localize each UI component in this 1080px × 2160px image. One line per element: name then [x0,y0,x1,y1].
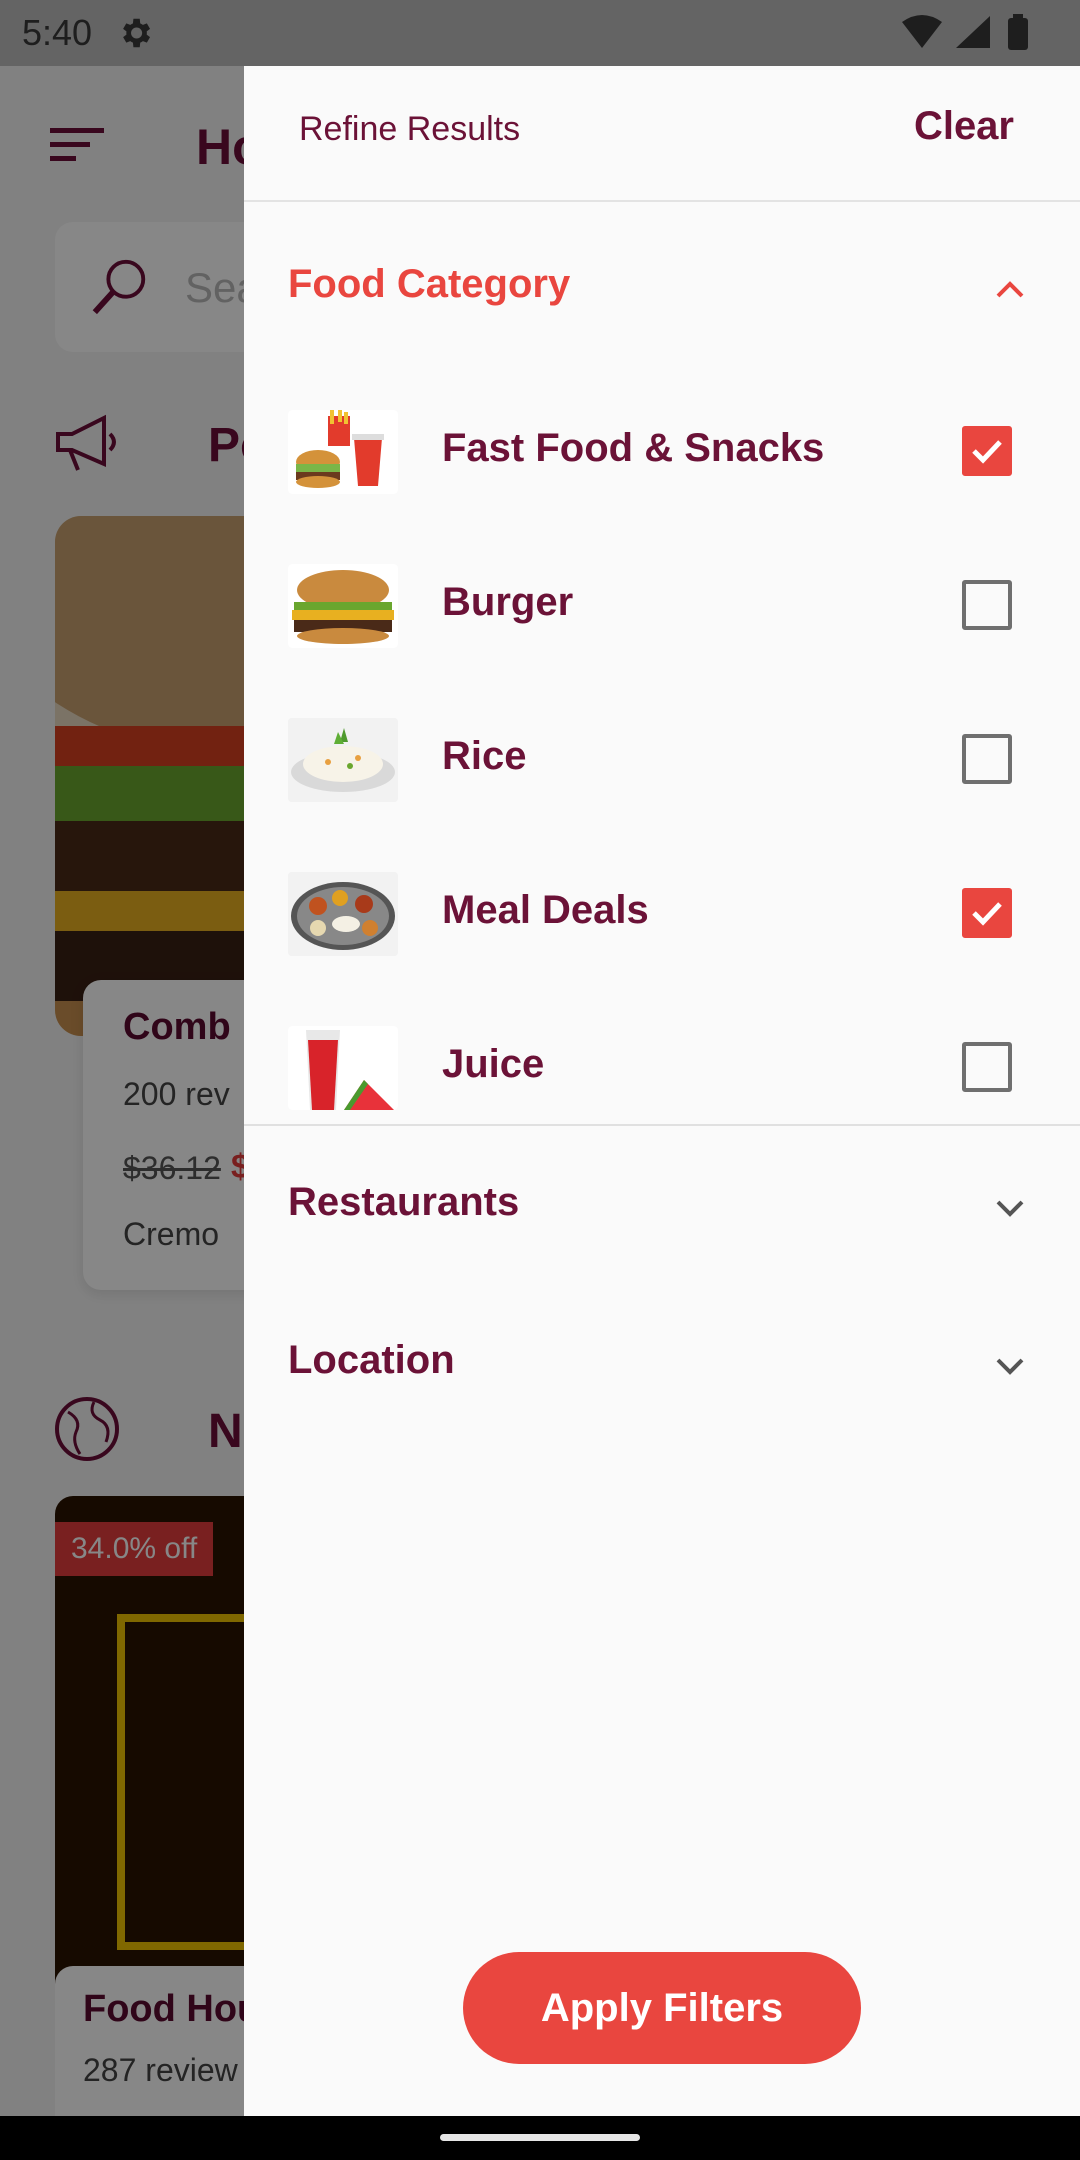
fast-food-thumbnail [288,410,398,494]
category-label: Burger [442,580,574,624]
location-header[interactable]: Location [244,1308,1080,1418]
chevron-down-icon [996,1200,1024,1217]
food-category-label: Food Category [288,262,571,306]
filter-drawer: Refine Results Clear Food Category Fast … [244,66,1080,2116]
juice-thumbnail [288,1026,398,1110]
home-gesture-handle[interactable] [440,2134,640,2141]
category-row-rice[interactable]: Rice [244,684,1080,838]
category-label: Fast Food & Snacks [442,426,825,470]
navigation-bar [0,2116,1080,2160]
drawer-title: Refine Results [299,110,521,148]
category-label: Meal Deals [442,888,649,932]
apply-filters-button[interactable]: Apply Filters [463,1952,861,2064]
category-label: Rice [442,734,527,778]
burger-thumbnail [288,564,398,648]
rice-thumbnail [288,718,398,802]
category-row-meal-deals[interactable]: Meal Deals [244,838,1080,992]
juice-checkbox[interactable] [962,1042,1012,1092]
drawer-header: Refine Results Clear [244,66,1080,202]
clear-button[interactable]: Clear [914,104,1014,149]
category-row-fast-food[interactable]: Fast Food & Snacks [244,376,1080,530]
category-row-juice[interactable]: Juice [244,992,1080,1146]
checkmark-icon [972,440,1002,464]
category-row-burger[interactable]: Burger [244,530,1080,684]
category-label: Juice [442,1042,545,1086]
section-divider [244,1124,1080,1126]
meal-deals-thumbnail [288,872,398,956]
chevron-down-icon [996,1358,1024,1375]
rice-checkbox[interactable] [962,734,1012,784]
food-category-header[interactable]: Food Category [244,232,1080,342]
burger-checkbox[interactable] [962,580,1012,630]
location-label: Location [288,1338,455,1382]
fast-food-checkbox[interactable] [962,426,1012,476]
checkmark-icon [972,902,1002,926]
restaurants-header[interactable]: Restaurants [244,1150,1080,1260]
meal-deals-checkbox[interactable] [962,888,1012,938]
restaurants-label: Restaurants [288,1180,520,1224]
chevron-up-icon [996,281,1024,298]
